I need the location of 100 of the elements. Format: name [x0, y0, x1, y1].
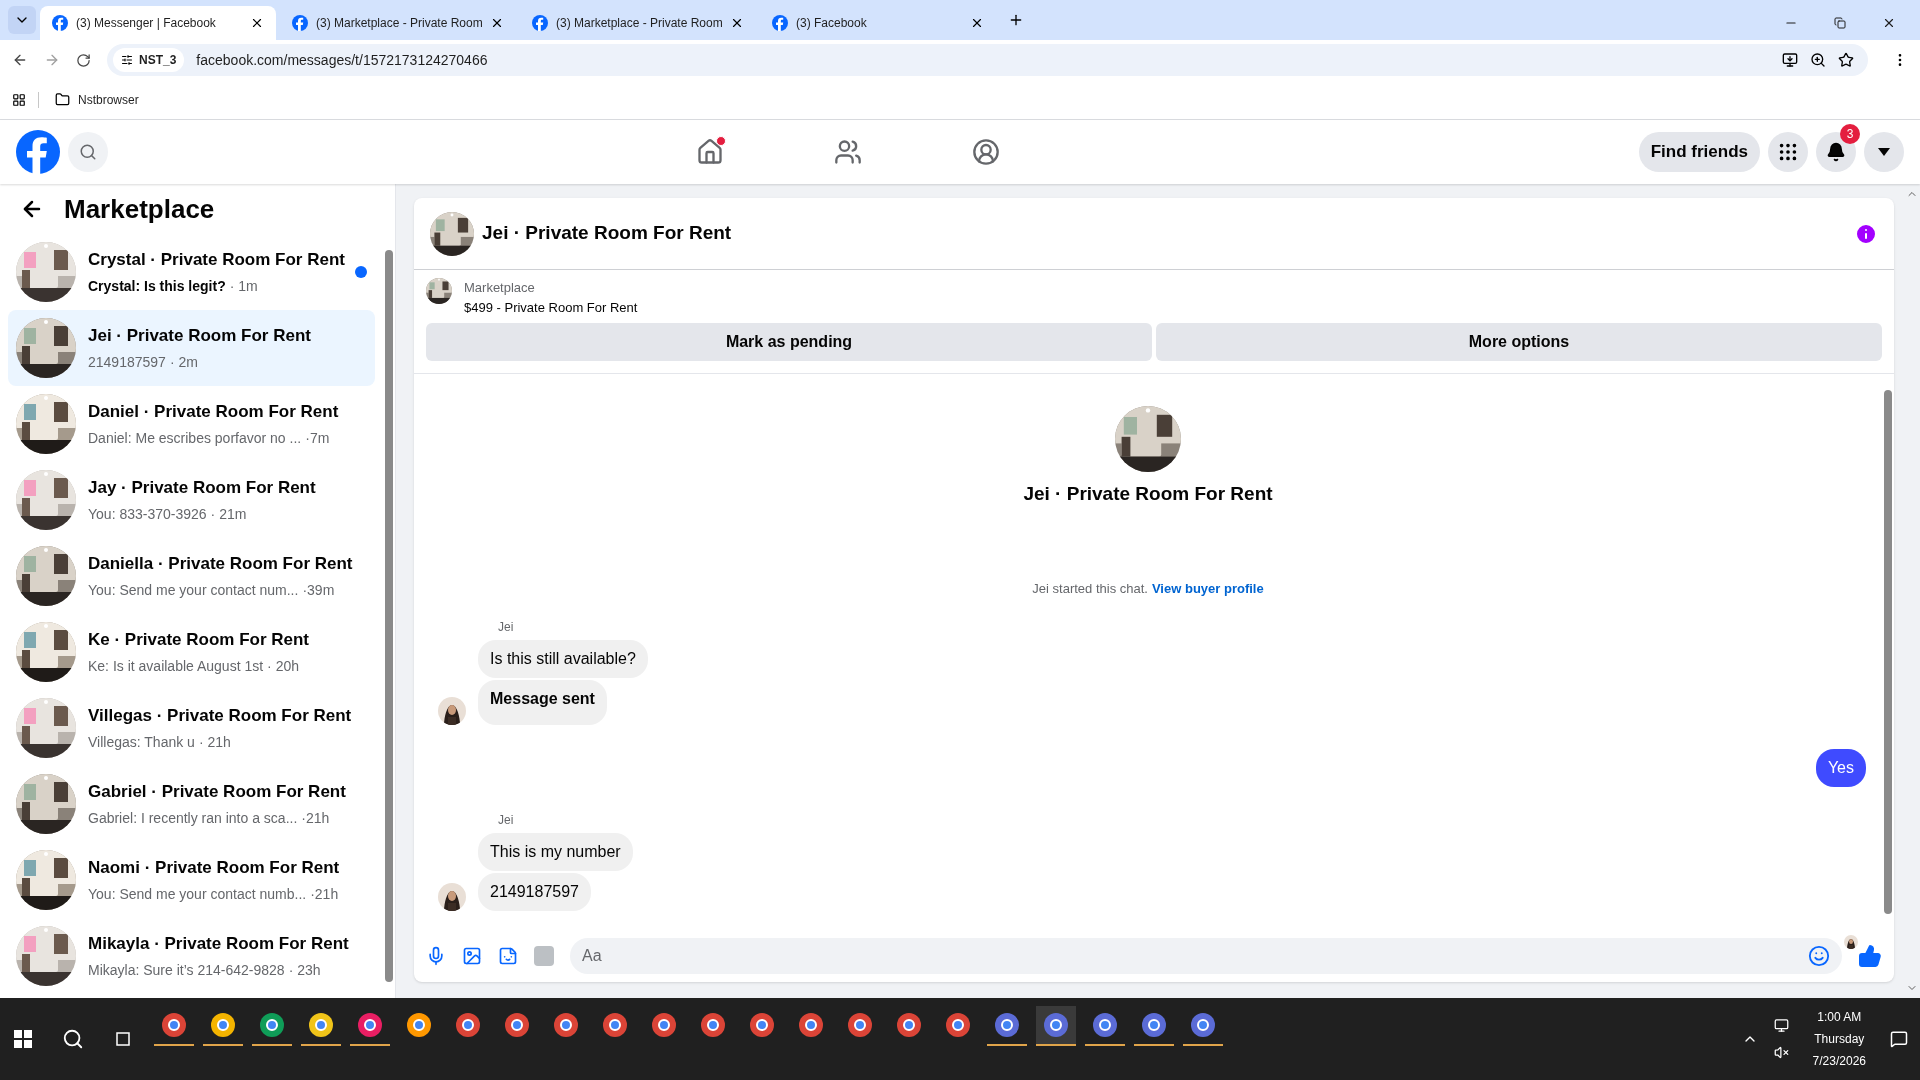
conversation-title: Crystal · Private Room For Rent [88, 248, 343, 271]
bookmark-folder[interactable]: Nstbrowser [51, 91, 143, 108]
restore-icon[interactable] [1834, 17, 1846, 29]
conversation-item[interactable]: Villegas · Private Room For Rent Villegas: Thank u · 21h [8, 690, 375, 766]
message-preview: You: Send me your contact numb... [88, 885, 307, 905]
profile-name: NST_3 [139, 52, 177, 68]
listing-title: $499 - Private Room For Rent [464, 298, 638, 317]
message-preview: Daniel: Me escribes porfavor no ... [88, 429, 302, 449]
facebook-icon [292, 15, 308, 31]
tab-title: (3) Facebook [796, 15, 868, 31]
view-profile-link[interactable]: View buyer profile [1151, 578, 1264, 598]
action-button[interactable]: More options [1156, 323, 1882, 361]
message-preview: Crystal: Is this legit? [88, 277, 226, 297]
find-friends-button[interactable]: Find friends [1638, 132, 1760, 172]
facebook-icon [532, 15, 548, 31]
close-icon[interactable] [730, 16, 744, 30]
browser-tab[interactable]: (3) Marketplace - Private Room [280, 6, 516, 40]
conversation-item[interactable]: Ke · Private Room For Rent Ke: Is it available August 1st · 20h [8, 614, 375, 690]
account-button[interactable] [1864, 132, 1904, 172]
conversation-item[interactable]: Crystal · Private Room For Rent Crystal: Is this legit? · 1m [8, 234, 375, 310]
message-preview: You: 833-370-3926 [88, 505, 207, 525]
conversation-item[interactable]: Jei · Private Room For Rent 2149187597 · 2m [8, 310, 375, 386]
taskbar-app-icon[interactable] [1036, 1006, 1076, 1046]
facebook-logo-icon [16, 130, 60, 174]
apps-icon[interactable] [12, 92, 26, 107]
message-time: ·39m [302, 581, 335, 601]
message-bubble: This is my number [478, 833, 633, 871]
search-icon[interactable] [62, 1028, 84, 1050]
volume-muted-icon[interactable] [1773, 1045, 1789, 1060]
facebook-icon [52, 15, 68, 31]
conversation-item[interactable]: Jay · Private Room For Rent You: 833-370-3926 · 21m [8, 462, 375, 538]
image-icon[interactable] [462, 946, 482, 966]
caret-icon [1878, 148, 1890, 156]
notification-count: 3 [1840, 124, 1860, 144]
intro-text: Jei started this chat. [1032, 579, 1148, 598]
address-field[interactable]: NST_3 facebook.com/messages/t/1572173124270466 [107, 44, 1868, 76]
tab-title: (3) Marketplace - Private Room [316, 15, 482, 31]
message-preview: Mikayla: Sure it’s 214-642-9828 [88, 961, 285, 981]
windows-logo-icon[interactable] [14, 1030, 32, 1048]
browser-tab[interactable]: (3) Marketplace - Private Room [520, 6, 756, 40]
message-input[interactable]: Aa [582, 944, 1808, 968]
search-button[interactable] [68, 132, 108, 172]
message-time: · 2m [169, 353, 198, 373]
message-time: ·7m [305, 429, 330, 449]
conversation-item[interactable]: Gabriel · Private Room For Rent Gabriel: I recently ran into a sca... ·21h [8, 766, 375, 842]
friends-icon[interactable] [834, 138, 863, 166]
message-time: · 21h [198, 733, 231, 753]
conversation-item[interactable]: Daniella · Private Room For Rent You: Send me your contact num... ·39m [8, 538, 375, 614]
network-icon[interactable] [1773, 1018, 1789, 1033]
sticker-icon[interactable] [498, 946, 518, 966]
microphone-icon[interactable] [426, 946, 446, 966]
profile-icon[interactable] [972, 138, 1001, 166]
close-icon[interactable] [970, 16, 984, 30]
facebook-icon [772, 15, 788, 31]
bookmark-star-icon[interactable] [1838, 52, 1854, 68]
conversation-title: Daniel · Private Room For Rent [88, 400, 340, 423]
message-preview: Villegas: Thank u [88, 733, 195, 753]
tab-search-button[interactable] [8, 6, 36, 34]
new-tab-icon[interactable] [1008, 12, 1024, 28]
intro-title: Jei · Private Room For Rent [1023, 482, 1273, 506]
back-icon[interactable] [12, 52, 28, 68]
browser-tab[interactable]: (3) Messenger | Facebook [40, 6, 276, 40]
message-time: · 1m [229, 277, 258, 297]
conversation-title: Mikayla · Private Room For Rent [88, 932, 350, 955]
conversation-title: Villegas · Private Room For Rent [88, 704, 353, 727]
install-icon[interactable] [1782, 52, 1798, 68]
message-time: · 21m [210, 505, 247, 525]
sender-name: Jei [498, 619, 515, 636]
message-preview: You: Send me your contact num... [88, 581, 299, 601]
url-text: facebook.com/messages/t/1572173124270466 [196, 51, 489, 70]
message-preview: Gabriel: I recently ran into a sca... [88, 809, 298, 829]
close-icon[interactable] [250, 16, 264, 30]
message-bubble: Yes [1815, 749, 1866, 787]
menu-grid-button[interactable] [1768, 132, 1808, 172]
close-icon[interactable] [490, 16, 504, 30]
conversation-item[interactable]: Naomi · Private Room For Rent You: Send me your contact numb... ·21h [8, 842, 375, 918]
message-field[interactable]: Aa [570, 938, 1842, 974]
conversation-title: Naomi · Private Room For Rent [88, 856, 341, 879]
profile-chip[interactable]: NST_3 [113, 48, 185, 72]
message-bubble: Is this still available? [478, 640, 648, 678]
bell-icon [1826, 142, 1846, 162]
browser-tab[interactable]: (3) Facebook [760, 6, 996, 40]
clock[interactable]: 1:00 AM Thursday 7/23/2026 [1804, 1006, 1874, 1072]
action-button[interactable]: Mark as pending [426, 323, 1152, 361]
reload-icon[interactable] [76, 52, 91, 68]
conversation-title: Daniella · Private Room For Rent [88, 552, 354, 575]
emoji-icon[interactable] [1808, 945, 1830, 967]
like-icon[interactable] [1858, 944, 1882, 968]
message-time: ·21h [301, 809, 330, 829]
close-icon[interactable] [1882, 16, 1896, 30]
message-time: · 20h [267, 657, 300, 677]
message-bubble: Message sent [478, 680, 607, 725]
task-view-icon[interactable] [114, 1030, 132, 1048]
zoom-icon[interactable] [1810, 52, 1826, 68]
conversation-item[interactable]: Daniel · Private Room For Rent Daniel: Me escribes porfavor no ... ·7m [8, 386, 375, 462]
chat-title: Jei · Private Room For Rent [482, 221, 732, 246]
notifications-icon[interactable] [1890, 1030, 1908, 1048]
conversation-item[interactable]: Mikayla · Private Room For Rent Mikayla: Sure it’s 214-642-9828 · 23h [8, 918, 375, 994]
message-preview: 2149187597 [88, 353, 166, 373]
home-tab[interactable] [696, 138, 725, 166]
